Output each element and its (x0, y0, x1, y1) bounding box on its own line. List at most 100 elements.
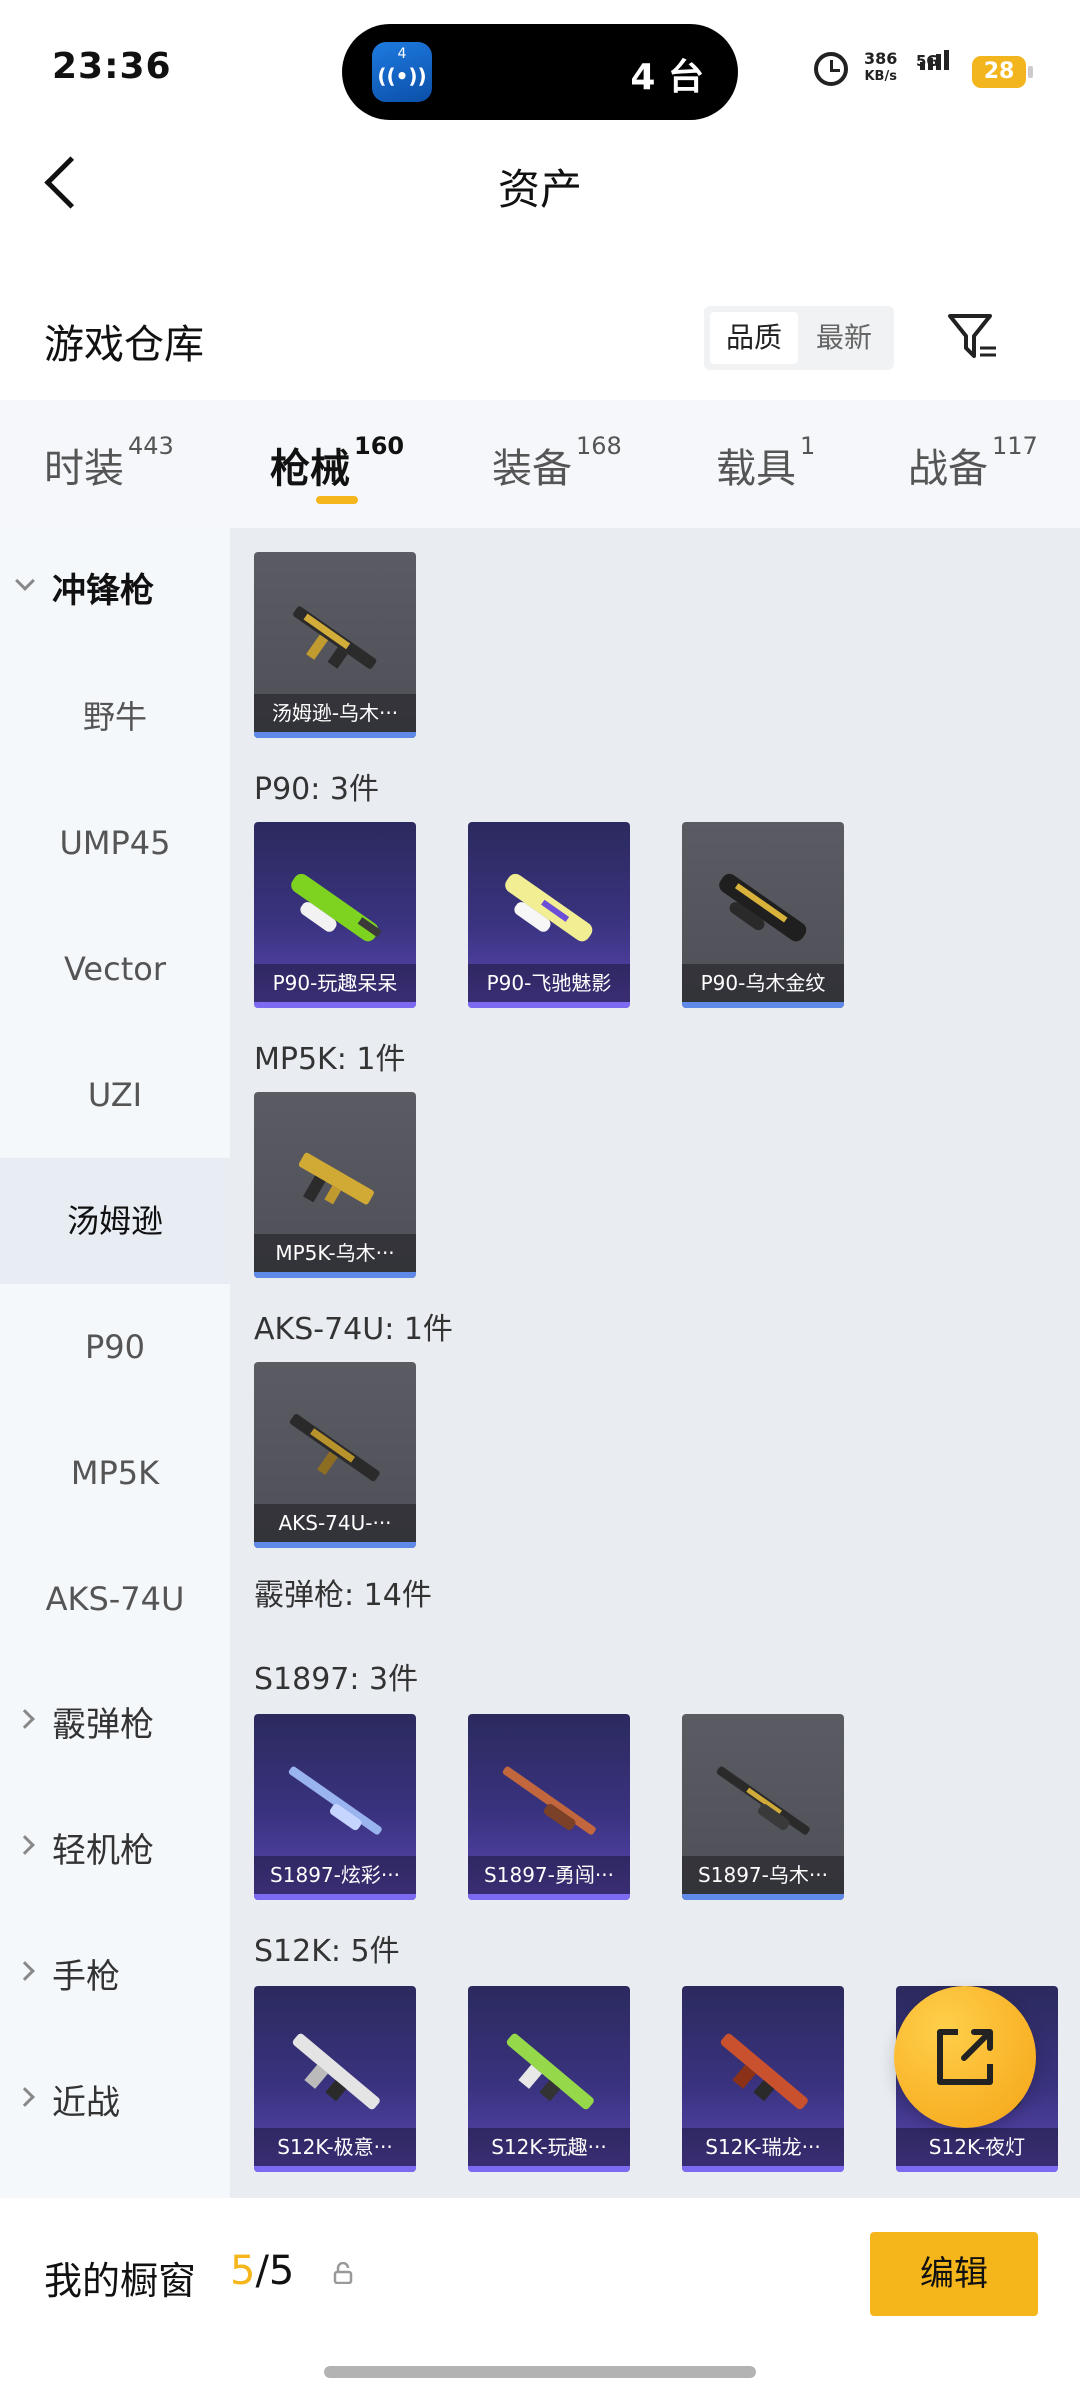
tab-label: 载具 (716, 446, 796, 492)
sidebar-item-thompson[interactable]: 汤姆逊 (0, 1158, 230, 1284)
category-tabs: 时装 443 枪械 160 装备 168 载具 1 战备 117 (0, 400, 1080, 528)
status-bar: 23:36 4 ((•)) 4 台 386 KB/s 5G 28 (0, 0, 1080, 140)
item-card[interactable]: AKS-74U-··· (254, 1362, 416, 1548)
sidebar-category-label: 霰弹枪 (52, 1705, 154, 1745)
edit-button[interactable]: 编辑 (870, 2232, 1038, 2316)
item-card-title: P90-飞驰魅影 (468, 964, 630, 1002)
share-button[interactable] (894, 1986, 1036, 2128)
item-card[interactable]: S12K-玩趣··· (468, 1986, 630, 2172)
sort-newest-button[interactable]: 最新 (800, 312, 888, 364)
item-card-title: S12K-夜灯 (896, 2128, 1058, 2166)
dynamic-island[interactable]: 4 ((•)) 4 台 (342, 24, 738, 120)
group-label-s12k: S12K: 5件 (254, 1934, 400, 1969)
item-card-title: 汤姆逊-乌木··· (254, 694, 416, 732)
sidebar-item-vector[interactable]: Vector (0, 906, 230, 1032)
sidebar-category-label: 冲锋枪 (52, 571, 154, 611)
sidebar-item-bizon[interactable]: 野牛 (0, 654, 230, 780)
sidebar-item-uzi[interactable]: UZI (0, 1032, 230, 1158)
item-card[interactable]: P90-玩趣呆呆 (254, 822, 416, 1008)
item-card-title: S1897-勇闯··· (468, 1856, 630, 1894)
item-card[interactable]: S1897-炫彩··· (254, 1714, 416, 1900)
chevron-right-icon (15, 1709, 35, 1729)
tab-vehicles[interactable]: 载具 1 (716, 432, 815, 494)
sidebar-category-shotgun[interactable]: 霰弹枪 (0, 1662, 230, 1788)
sidebar-category-lmg[interactable]: 轻机枪 (0, 1788, 230, 1914)
tab-firearms[interactable]: 枪械 160 (270, 432, 404, 494)
item-card-title: P90-玩趣呆呆 (254, 964, 416, 1002)
tab-count: 1 (800, 432, 816, 460)
battery-level: 28 (983, 59, 1015, 84)
sidebar-category-melee[interactable]: 近战 (0, 2040, 230, 2166)
gun-image (292, 2033, 380, 2110)
item-card[interactable]: S1897-乌木··· (682, 1714, 844, 1900)
group-label-mp5k: MP5K: 1件 (254, 1042, 406, 1077)
sidebar-item-p90[interactable]: P90 (0, 1284, 230, 1410)
filter-icon[interactable] (944, 310, 1000, 366)
sidebar-category-label: 近战 (52, 2083, 120, 2123)
gun-image (505, 873, 593, 942)
gun-image (716, 1766, 810, 1835)
battery-icon: 28 (972, 56, 1033, 88)
tab-fashion[interactable]: 时装 443 (44, 432, 174, 494)
gun-image (719, 873, 807, 942)
item-card[interactable]: MP5K-乌木··· (254, 1092, 416, 1278)
group-label-s1897: S1897: 3件 (254, 1662, 419, 1697)
network-speed-value: 386 (864, 49, 898, 68)
tab-label: 时装 (44, 446, 124, 492)
item-card-title: S1897-乌木··· (682, 1856, 844, 1894)
network-speed: 386 KB/s (864, 50, 897, 86)
item-card[interactable]: P90-飞驰魅影 (468, 822, 630, 1008)
tab-equipment[interactable]: 装备 168 (492, 432, 622, 494)
item-card-title: S12K-极意··· (254, 2128, 416, 2166)
network-speed-unit: KB/s (864, 69, 897, 84)
sidebar-item-ump45[interactable]: UMP45 (0, 780, 230, 906)
item-card-title: S1897-炫彩··· (254, 1856, 416, 1894)
chevron-right-icon (15, 1835, 35, 1855)
gun-image (502, 1766, 596, 1835)
status-time: 23:36 (52, 46, 172, 87)
tab-supplies[interactable]: 战备 117 (908, 432, 1038, 494)
alarm-icon (814, 52, 848, 86)
sort-quality-button[interactable]: 品质 (710, 312, 798, 364)
item-card-title: MP5K-乌木··· (254, 1234, 416, 1272)
item-card-title: S12K-玩趣··· (468, 2128, 630, 2166)
sidebar-item-mp5k[interactable]: MP5K (0, 1410, 230, 1536)
item-card[interactable]: S1897-勇闯··· (468, 1714, 630, 1900)
island-badge: 4 (397, 46, 407, 62)
item-card-title: S12K-瑞龙··· (682, 2128, 844, 2166)
tab-label: 战备 (908, 446, 988, 492)
tab-count: 443 (128, 432, 174, 460)
home-indicator[interactable] (324, 2366, 756, 2378)
gun-image (720, 2033, 808, 2110)
item-card[interactable]: S12K-瑞龙··· (682, 1986, 844, 2172)
showcase-used: 5 (230, 2248, 256, 2294)
showcase-count: 5/5 (230, 2248, 294, 2294)
weapon-category-sidebar: 冲锋枪 野牛 UMP45 Vector UZI 汤姆逊 P90 MP5K AKS… (0, 528, 230, 2198)
item-card[interactable]: 汤姆逊-乌木··· (254, 552, 416, 738)
gun-image (293, 606, 377, 669)
share-external-icon (937, 2029, 993, 2085)
showcase-total: /5 (255, 2248, 295, 2294)
tab-count: 168 (576, 432, 622, 460)
gun-image (506, 2033, 594, 2110)
tab-label: 枪械 (270, 446, 350, 492)
sidebar-category-smg[interactable]: 冲锋枪 (0, 528, 230, 654)
gun-image (288, 1766, 382, 1835)
chevron-right-icon (15, 2087, 35, 2107)
showcase-bar: 我的橱窗 5/5 编辑 (0, 2198, 1080, 2400)
showcase-label: 我的橱窗 (44, 2259, 197, 2303)
item-card[interactable]: S12K-极意··· (254, 1986, 416, 2172)
chevron-right-icon (15, 1961, 35, 1981)
sidebar-item-aks74u[interactable]: AKS-74U (0, 1536, 230, 1662)
item-card[interactable]: P90-乌木金纹 (682, 822, 844, 1008)
broadcast-icon: 4 ((•)) (372, 42, 432, 102)
lock-icon (333, 2262, 353, 2284)
sidebar-category-pistol[interactable]: 手枪 (0, 1914, 230, 2040)
gun-image (298, 1152, 374, 1205)
tab-count: 117 (992, 432, 1038, 460)
sidebar-category-label: 手枪 (52, 1957, 120, 1997)
tab-label: 装备 (492, 446, 572, 492)
group-label-p90: P90: 3件 (254, 772, 379, 807)
sidebar-category-label: 轻机枪 (52, 1831, 154, 1871)
item-card-title: AKS-74U-··· (254, 1504, 416, 1542)
